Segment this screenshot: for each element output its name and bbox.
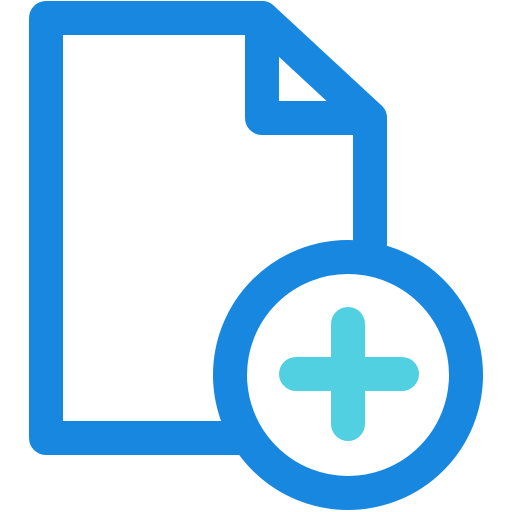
add-file-icon	[0, 0, 512, 512]
add-file-svg	[29, 1, 483, 510]
